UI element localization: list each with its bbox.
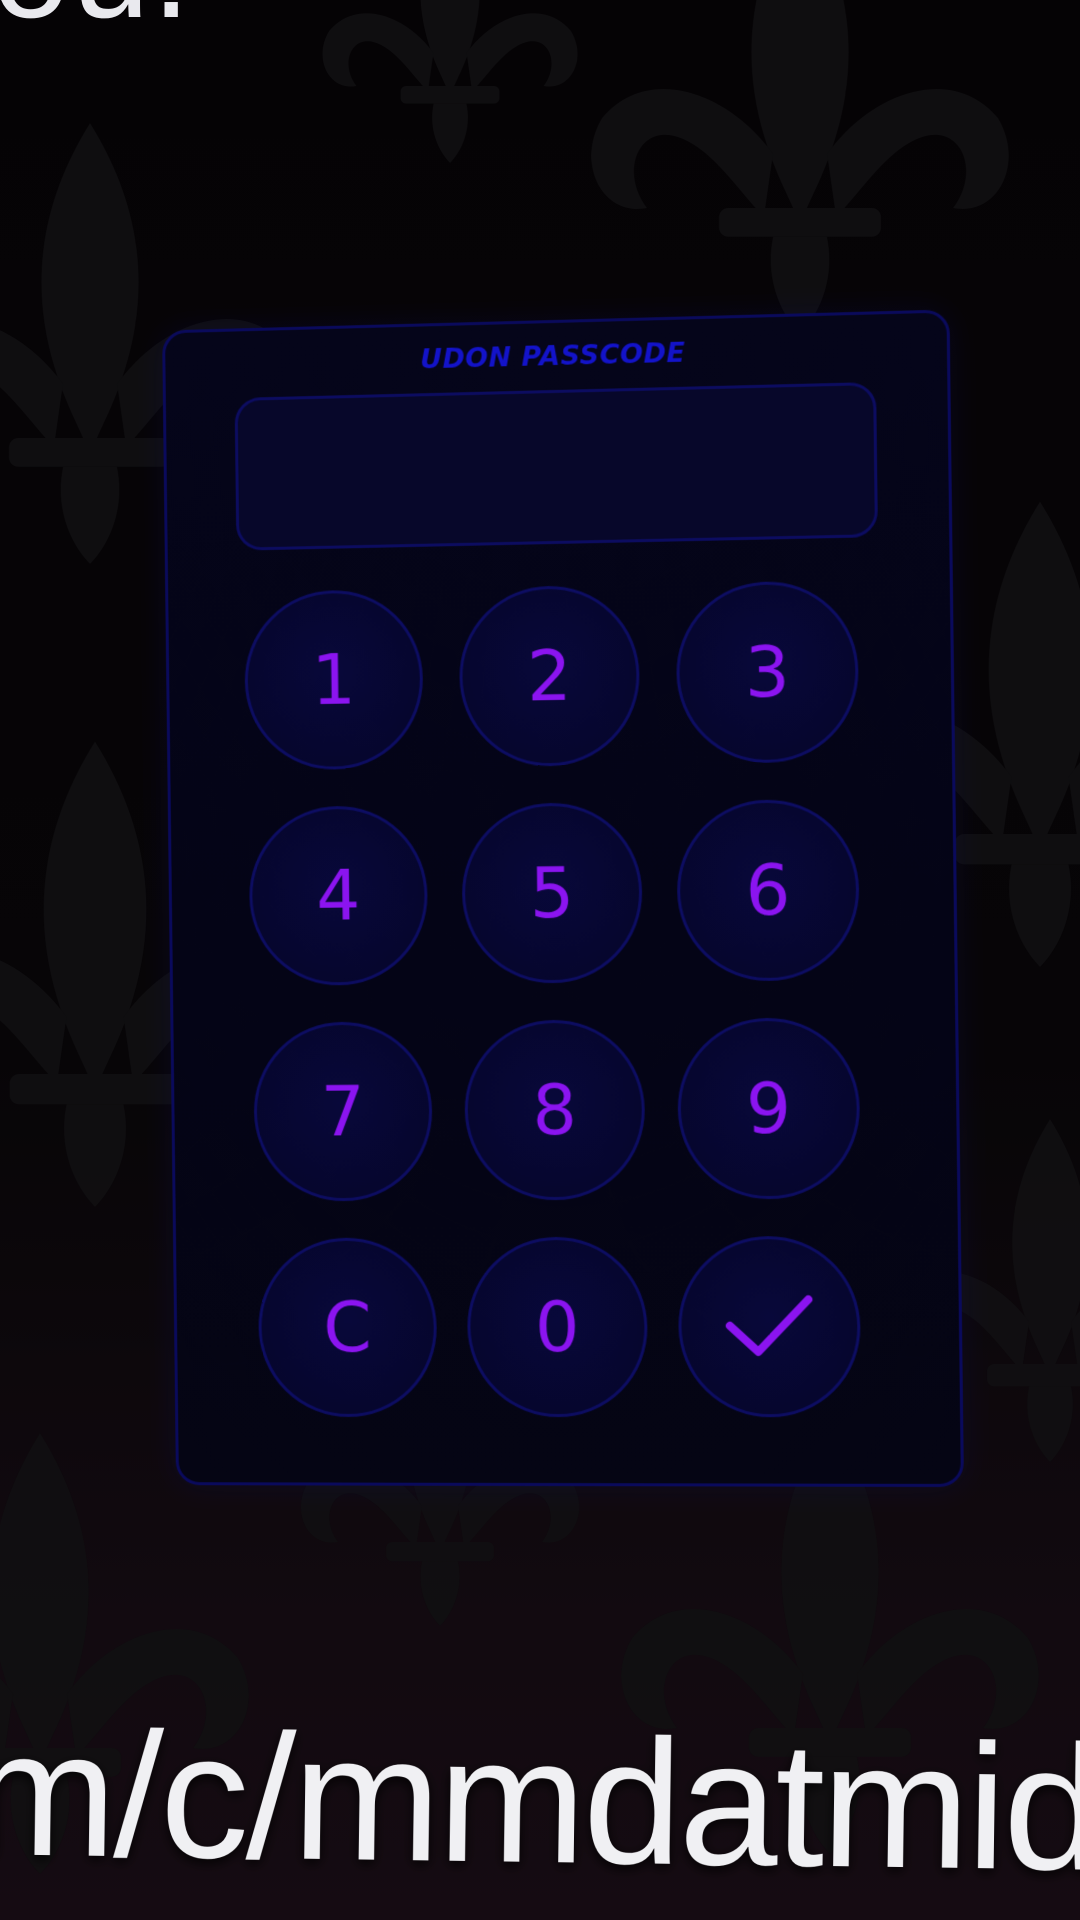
key-8-label: 8 <box>531 1068 578 1152</box>
key-7[interactable]: 7 <box>252 1021 434 1202</box>
key-9[interactable]: 9 <box>676 1017 861 1200</box>
key-5-label: 5 <box>529 851 575 935</box>
key-6-label: 6 <box>744 848 791 932</box>
key-9-label: 9 <box>745 1067 792 1150</box>
key-0-label: 0 <box>534 1285 580 1369</box>
confirm-button[interactable] <box>677 1235 862 1418</box>
key-1-label: 1 <box>311 638 357 722</box>
key-3-label: 3 <box>744 630 791 714</box>
key-4-label: 4 <box>315 854 361 937</box>
key-8[interactable]: 8 <box>463 1019 646 1201</box>
key-2-label: 2 <box>526 634 573 718</box>
passcode-display <box>234 381 879 551</box>
background-bottom-text: m/c/mmdatmid <box>0 1692 1080 1908</box>
key-clear-label: C <box>322 1286 373 1369</box>
key-0[interactable]: 0 <box>466 1236 649 1418</box>
passcode-panel: UDON PASSCODE 1 2 3 4 5 6 7 8 9 C 0 <box>162 309 965 1488</box>
checkmark-icon <box>723 1291 815 1362</box>
key-1[interactable]: 1 <box>243 588 424 771</box>
key-clear[interactable]: C <box>257 1237 438 1417</box>
key-5[interactable]: 5 <box>461 801 644 984</box>
panel-title: UDON PASSCODE <box>419 337 686 376</box>
key-2[interactable]: 2 <box>458 584 641 768</box>
key-3[interactable]: 3 <box>675 579 860 765</box>
key-4[interactable]: 4 <box>248 804 429 987</box>
key-7-label: 7 <box>320 1070 366 1153</box>
key-6[interactable]: 6 <box>676 798 861 982</box>
